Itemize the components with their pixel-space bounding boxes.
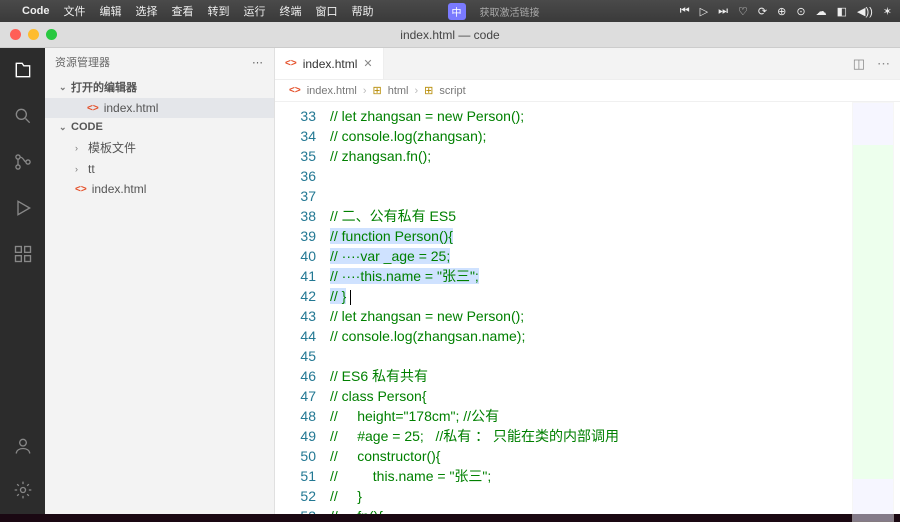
file-indexhtml[interactable]: <> index.html (45, 179, 274, 199)
close-icon[interactable] (10, 29, 21, 40)
menu-terminal[interactable]: 终端 (280, 3, 302, 19)
open-editors-label: 打开的编辑器 (71, 79, 137, 95)
vscode-window: index.html — code 资源管理器 ⋯ ⌄打开的编辑器 <> inde… (0, 22, 900, 514)
traffic-lights (0, 29, 57, 40)
code-lines[interactable]: // let zhangsan = new Person();// consol… (330, 102, 900, 514)
heart-icon[interactable]: ♡ (738, 5, 748, 18)
explorer-more-icon[interactable]: ⋯ (252, 56, 264, 69)
open-editors-section[interactable]: ⌄打开的编辑器 (45, 76, 274, 98)
menu-select[interactable]: 选择 (136, 3, 158, 19)
open-editor-indexhtml[interactable]: <> index.html (45, 98, 274, 118)
tab-label: index.html (303, 57, 358, 71)
split-editor-icon[interactable]: ◫ (853, 56, 865, 72)
file-label: index.html (92, 182, 147, 196)
menubar-right: ⏮ ▷ ⏭ ♡ ⟳ ⊕ ⊙ ☁ ◧ ◀)) ✶ (680, 5, 892, 18)
editor-tabs: <> index.html ✕ ◫ ⋯ (275, 48, 900, 80)
menu-edit[interactable]: 编辑 (100, 3, 122, 19)
menu-file[interactable]: 文件 (64, 3, 86, 19)
next-icon[interactable]: ⏭ (718, 5, 728, 18)
crumb-file[interactable]: index.html (307, 85, 357, 97)
file-label: index.html (104, 101, 159, 115)
run-debug-icon[interactable] (11, 196, 35, 220)
tab-indexhtml[interactable]: <> index.html ✕ (275, 48, 384, 79)
account-icon[interactable] (11, 434, 35, 458)
menu-run[interactable]: 运行 (244, 3, 266, 19)
macos-menubar: Code 文件 编辑 选择 查看 转到 运行 终端 窗口 帮助 中 获取激活链接… (0, 0, 900, 22)
chevron-right-icon: › (75, 164, 83, 174)
input-method-badge[interactable]: 中 (448, 3, 466, 20)
html-file-icon: <> (289, 85, 301, 96)
extensions-icon[interactable] (11, 242, 35, 266)
editor-area: <> index.html ✕ ◫ ⋯ <> index.html › ⊞ ht… (275, 48, 900, 514)
activity-bar (0, 48, 45, 514)
menu-window[interactable]: 窗口 (316, 3, 338, 19)
explorer-title: 资源管理器 (55, 54, 110, 70)
menu-help[interactable]: 帮助 (352, 3, 374, 19)
menu-view[interactable]: 查看 (172, 3, 194, 19)
activation-link[interactable]: 获取激活链接 (480, 4, 540, 19)
play-icon[interactable]: ▷ (700, 5, 708, 18)
crumb-script[interactable]: script (439, 85, 465, 97)
search-icon[interactable] (11, 104, 35, 128)
workspace-label: CODE (71, 121, 103, 133)
volume-icon[interactable]: ◀)) (857, 5, 873, 18)
titlebar[interactable]: index.html — code (0, 22, 900, 48)
folder-label: 模板文件 (88, 139, 136, 156)
html-file-icon: <> (285, 58, 297, 69)
html-file-icon: <> (87, 103, 99, 114)
explorer-sidebar: 资源管理器 ⋯ ⌄打开的编辑器 <> index.html ⌄CODE › 模板文件… (45, 48, 275, 514)
status2-icon[interactable]: ⊙ (796, 5, 805, 18)
menu-goto[interactable]: 转到 (208, 3, 230, 19)
star-icon[interactable]: ✶ (883, 5, 892, 18)
status1-icon[interactable]: ⊕ (777, 5, 786, 18)
cloud-icon[interactable]: ☁ (816, 5, 827, 18)
explorer-header: 资源管理器 ⋯ (45, 48, 274, 76)
app-name[interactable]: Code (22, 5, 50, 17)
window-title: index.html — code (0, 28, 900, 42)
brackets-icon: ⊞ (373, 84, 382, 97)
chevron-right-icon: › (75, 143, 83, 153)
tab-close-icon[interactable]: ✕ (363, 57, 372, 70)
breadcrumbs[interactable]: <> index.html › ⊞ html › ⊞ script (275, 80, 900, 102)
minimize-icon[interactable] (28, 29, 39, 40)
crumb-html[interactable]: html (388, 85, 409, 97)
prev-icon[interactable]: ⏮ (680, 5, 690, 18)
folder-templates[interactable]: › 模板文件 (45, 136, 274, 159)
brackets-icon: ⊞ (424, 84, 433, 97)
chevron-right-icon: › (363, 85, 367, 97)
folder-tt[interactable]: › tt (45, 159, 274, 179)
source-control-icon[interactable] (11, 150, 35, 174)
refresh-icon[interactable]: ⟳ (758, 5, 767, 18)
explorer-icon[interactable] (11, 58, 35, 82)
code-editor[interactable]: 3334353637383940414243444546474849505152… (275, 102, 900, 514)
line-numbers: 3334353637383940414243444546474849505152… (275, 102, 330, 514)
display-icon[interactable]: ◧ (837, 5, 847, 18)
settings-icon[interactable] (11, 478, 35, 502)
chevron-right-icon: › (415, 85, 419, 97)
zoom-icon[interactable] (46, 29, 57, 40)
minimap[interactable] (852, 102, 894, 522)
tab-more-icon[interactable]: ⋯ (877, 56, 890, 72)
html-file-icon: <> (75, 184, 87, 195)
folder-label: tt (88, 162, 95, 176)
workspace-section[interactable]: ⌄CODE (45, 118, 274, 136)
